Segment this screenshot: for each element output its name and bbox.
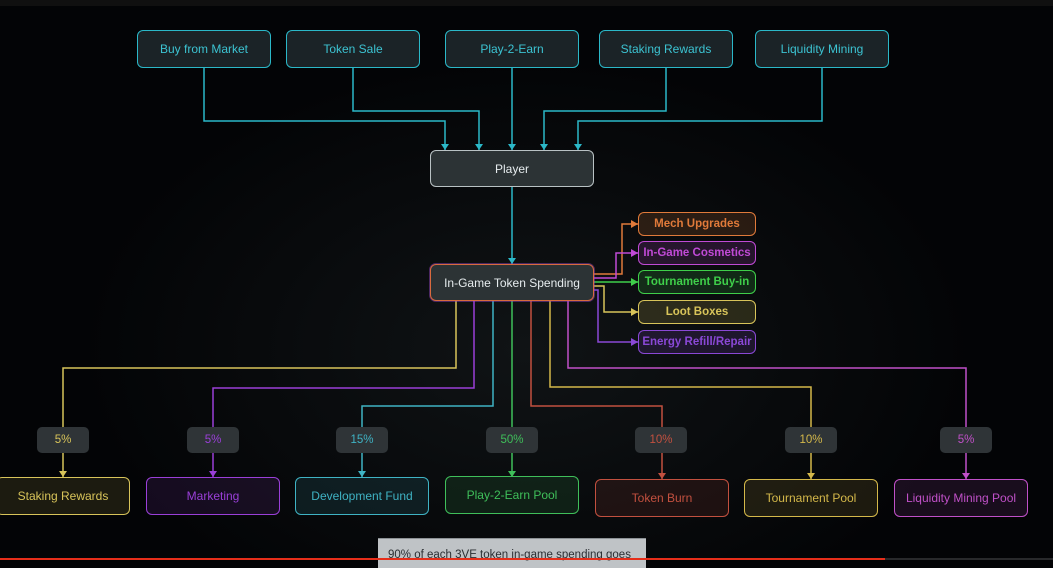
percent-value: 10% [799,434,823,446]
use-energy-refill-repair: Energy Refill/Repair [638,330,756,354]
caption-subtitle: 90% of each 3VE token in-game spending g… [378,538,646,568]
percent-badge: 15% [336,427,388,453]
use-label: Loot Boxes [665,306,729,318]
dest-tournament-pool: Tournament Pool [744,479,878,517]
percent-value: 10% [649,434,673,446]
percent-value: 5% [54,434,72,446]
source-connector [543,68,667,150]
dest-play-2-earn-pool: Play-2-Earn Pool [445,476,579,514]
percent-badge: 10% [785,427,837,453]
percent-value: 15% [350,434,374,446]
allocation-connector [567,301,967,479]
percent-badge: 50% [486,427,538,453]
dest-liquidity-mining-pool: Liquidity Mining Pool [894,479,1028,517]
source-buy-from-market: Buy from Market [137,30,271,68]
source-label: Staking Rewards [620,42,712,56]
dest-label: Play-2-Earn Pool [466,488,558,502]
source-liquidity-mining: Liquidity Mining [755,30,889,68]
dest-label: Tournament Pool [765,491,857,505]
source-connector [352,68,480,150]
use-mech-upgrades: Mech Upgrades [638,212,756,236]
dest-label: Token Burn [631,491,693,505]
percent-badge: 10% [635,427,687,453]
use-tournament-buy-in: Tournament Buy-in [638,270,756,294]
source-connector [203,68,446,150]
percent-value: 5% [957,434,975,446]
arrow-head-icon [631,308,638,316]
use-label: Mech Upgrades [654,218,740,230]
arrow-head-icon [631,249,638,257]
dest-label: Development Fund [311,489,413,503]
source-label: Liquidity Mining [780,42,864,56]
percent-badge: 5% [940,427,992,453]
source-connector [577,68,823,150]
dest-marketing: Marketing [146,477,280,515]
dest-development-fund: Development Fund [295,477,429,515]
arrow-head-icon [631,220,638,228]
spending-label: In-Game Token Spending [444,275,580,290]
allocation-connector [62,301,457,477]
use-label: Energy Refill/Repair [642,336,752,348]
percent-badge: 5% [37,427,89,453]
source-label: Buy from Market [159,42,249,56]
in-game-spending-node: In-Game Token Spending [430,264,594,301]
source-label: Play-2-Earn [480,42,544,56]
dest-label: Liquidity Mining Pool [905,491,1017,505]
use-in-game-cosmetics: In-Game Cosmetics [638,241,756,265]
use-loot-boxes: Loot Boxes [638,300,756,324]
source-label: Token Sale [323,42,383,56]
use-connector [594,285,638,313]
use-connector [594,289,638,343]
arrow-head-icon [631,278,638,286]
dest-label: Staking Rewards [17,489,109,503]
dest-label: Marketing [186,489,240,503]
percent-value: 5% [204,434,222,446]
source-token-sale: Token Sale [286,30,420,68]
percent-value: 50% [500,434,524,446]
use-label: Tournament Buy-in [644,276,750,288]
dest-token-burn: Token Burn [595,479,729,517]
source-staking-rewards: Staking Rewards [599,30,733,68]
player-node: Player [430,150,594,187]
percent-badge: 5% [187,427,239,453]
player-label: Player [494,161,529,176]
dest-staking-rewards: Staking Rewards [0,477,130,515]
source-play-2-earn: Play-2-Earn [445,30,579,68]
arrow-head-icon [631,338,638,346]
use-label: In-Game Cosmetics [643,247,751,259]
